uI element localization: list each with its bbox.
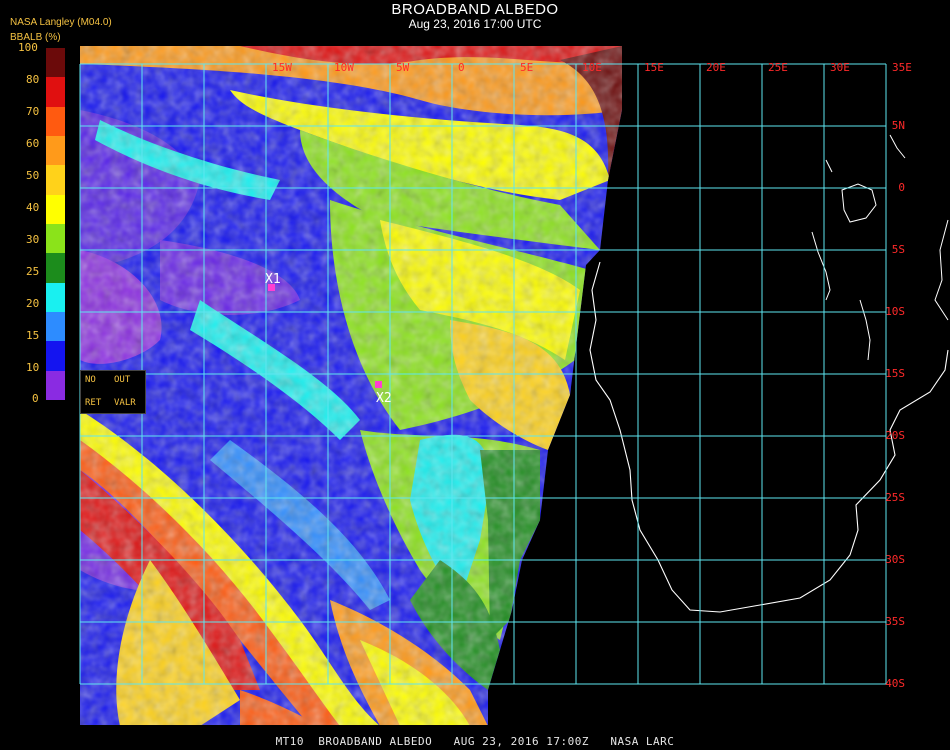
latitude-label: 15S [885,367,905,380]
flag-out: OUT [114,375,131,385]
longitude-label: 5W [396,61,410,74]
latitude-labels: 5N 0 5S 10S 15S 20S 25S 30S 35S 40S [885,119,905,690]
lake-victoria [841,183,877,223]
marker-x1-label: X1 [265,272,281,287]
latitude-label: 5N [892,119,905,132]
lake-malawi [859,299,871,361]
flag-legend: NO OUT RET VALR [80,370,146,414]
latitude-label: 30S [885,553,905,566]
flag-valr: VALR [114,398,136,408]
longitude-label: 10E [582,61,602,74]
longitude-label: 0 [458,61,465,74]
flag-no: NO [85,375,96,385]
latitude-label: 35S [885,615,905,628]
footer-caption: MT10 BROADBAND ALBEDO AUG 23, 2016 17:00… [275,735,675,748]
latitude-label: 10S [885,305,905,318]
latitude-label: 20S [885,429,905,442]
marker-x2-label: X2 [376,391,392,406]
latitude-label: 0 [898,181,905,194]
latitude-label: 25S [885,491,905,504]
longitude-label: 5E [520,61,533,74]
longitude-label: 20E [706,61,726,74]
albedo-field [80,46,622,725]
longitude-label: 10W [334,61,354,74]
lake-tanganyika [811,231,831,301]
flag-ret: RET [85,398,102,408]
longitude-label: 25E [768,61,788,74]
longitude-label: 30E [830,61,850,74]
longitude-label: 35E [892,61,912,74]
latitude-label: 5S [892,243,905,256]
longitude-label: 15W [272,61,292,74]
longitude-label: 15E [644,61,664,74]
east-coast [934,219,949,321]
northern-lakes [825,134,906,173]
latitude-label: 40S [885,677,905,690]
